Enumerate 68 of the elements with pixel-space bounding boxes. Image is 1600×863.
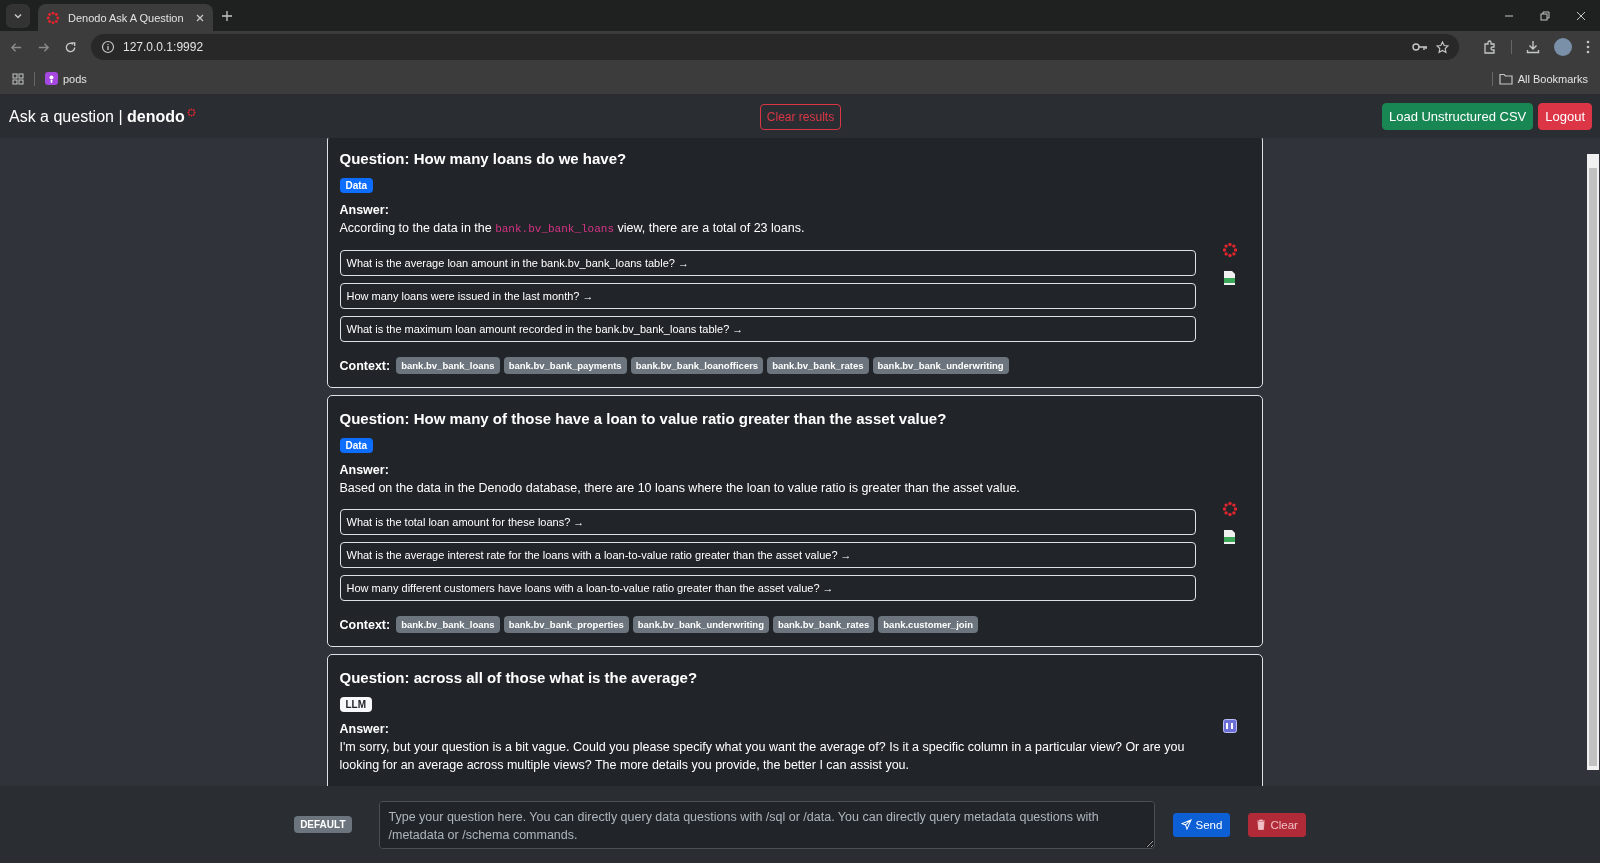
answer-label: Answer:	[339, 203, 390, 217]
denodo-logo-icon	[46, 10, 60, 25]
clear-button[interactable]: Clear	[1248, 812, 1306, 837]
answer-label: Answer:	[339, 463, 390, 477]
suggested-question-button[interactable]: What is the total loan amount for these loans? →	[339, 509, 1196, 535]
csv-file-icon	[1223, 529, 1236, 545]
all-bookmarks-link[interactable]: All Bookmarks	[1498, 72, 1588, 85]
logout-button[interactable]: Logout	[1538, 103, 1592, 130]
context-tag: bank.bv_bank_underwriting	[632, 616, 769, 633]
profile-avatar[interactable]	[1554, 38, 1572, 56]
context-tag: bank.bv_bank_rates	[772, 616, 875, 633]
context-label: Context:	[339, 358, 391, 373]
podcast-icon	[45, 72, 58, 85]
tab-search-button[interactable]	[6, 4, 30, 28]
answer-text: Based on the data in the Denodo database, there are 10 loans where the loan to value ratio is greater than the asset value.	[339, 480, 1021, 497]
new-tab-icon[interactable]	[221, 9, 233, 22]
suggested-question-button[interactable]: How many different customers have loans with a loan-to-value ratio greater than the asset value? →	[339, 575, 1196, 601]
context-tag: bank.bv_bank_underwriting	[872, 357, 1009, 374]
question-heading: Question: How many loans do we have?	[339, 149, 628, 169]
question-input[interactable]: Type your question here. You can directly query data questions with /sql or /data. You can directly query metadata questions with /metadata or /schema commands.	[378, 800, 1155, 849]
download-icon[interactable]	[1526, 40, 1540, 54]
suggested-question-button[interactable]: How many loans were issued in the last month? →	[339, 283, 1196, 309]
info-icon[interactable]	[101, 40, 115, 54]
folder-icon	[1498, 72, 1513, 85]
answer-text: According to the data in the bank.bv_bank_loans view, there are a total of 23 loans.	[339, 220, 806, 237]
context-tag: bank.bv_bank_properties	[503, 616, 629, 633]
mode-badge: DEFAULT	[294, 816, 352, 833]
suggested-question-button[interactable]: What is the maximum loan amount recorded in the bank.bv_bank_loans table? →	[339, 316, 1196, 342]
source-badge: Data	[339, 438, 374, 453]
close-icon[interactable]	[195, 12, 205, 23]
puzzle-piece-icon[interactable]	[1483, 40, 1497, 54]
context-tag: bank.bv_bank_loans	[396, 616, 500, 633]
send-icon	[1180, 819, 1192, 830]
app-title: Ask a question | denodo	[9, 107, 185, 126]
chevron-down-icon	[13, 11, 23, 21]
trash-icon	[1256, 819, 1267, 830]
reload-icon[interactable]	[64, 40, 77, 54]
answer-label: Answer:	[339, 722, 390, 736]
denodo-logo-icon	[1221, 501, 1238, 517]
context-tag: bank.customer_join	[878, 616, 979, 633]
denodo-logo-icon	[186, 107, 196, 117]
more-menu-icon[interactable]	[1586, 40, 1590, 54]
tab-title: Denodo Ask A Question	[68, 11, 185, 24]
answer-text: I'm sorry, but your question is a bit vague. Could you please specify what you want the average of? Is it a specific column in a particular view? Or are you looking for an average across multiple views? The more details you provide, the better I can assist you.	[339, 739, 1186, 774]
load-csv-button[interactable]: Load Unstructured CSV	[1381, 103, 1534, 130]
send-button[interactable]: Send	[1172, 812, 1231, 837]
source-badge: Data	[339, 178, 374, 193]
source-badge: LLM	[339, 697, 373, 712]
browser-tab[interactable]: Denodo Ask A Question	[38, 4, 213, 31]
context-label: Context:	[339, 617, 391, 632]
close-icon[interactable]	[1576, 10, 1586, 21]
question-heading: Question: How many of those have a loan to value ratio greater than the asset value?	[339, 409, 948, 429]
apps-grid-icon[interactable]	[12, 72, 24, 85]
csv-file-icon	[1223, 269, 1236, 286]
denodo-logo-icon	[1221, 241, 1238, 258]
star-icon[interactable]	[1436, 40, 1449, 54]
context-tag: bank.bv_bank_payments	[503, 357, 627, 374]
scrollbar[interactable]	[1587, 154, 1599, 770]
question-heading: Question: across all of those what is the average?	[339, 668, 699, 688]
bookmark-link[interactable]: pods	[45, 72, 87, 85]
context-tag: bank.bv_bank_loans	[396, 357, 500, 374]
address-bar[interactable]: 127.0.0.1:9992	[91, 34, 1459, 60]
context-tag: bank.bv_bank_rates	[767, 357, 869, 374]
restore-icon[interactable]	[1540, 10, 1550, 21]
context-tag: bank.bv_bank_loanofficers	[630, 357, 764, 374]
suggested-question-button[interactable]: What is the average loan amount in the bank.bv_bank_loans table? →	[339, 250, 1196, 276]
suggested-question-button[interactable]: What is the average interest rate for the loans with a loan-to-value ratio greater than the asset value? →	[339, 542, 1196, 568]
key-icon[interactable]	[1412, 41, 1428, 53]
